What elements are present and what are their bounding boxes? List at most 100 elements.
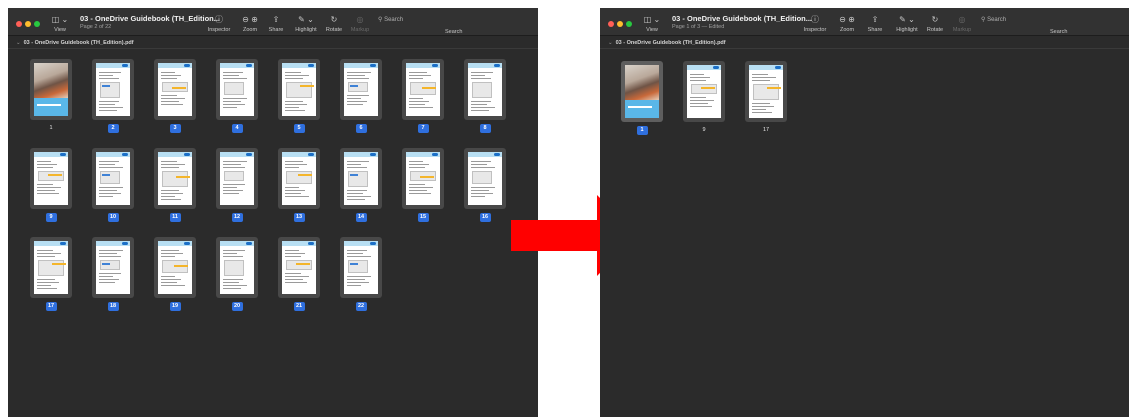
thumbnail-frame: [745, 61, 787, 122]
page-thumbnail[interactable]: 9: [683, 61, 725, 135]
page-thumbnail[interactable]: 11: [154, 148, 196, 222]
text-line: [347, 253, 363, 254]
page-thumbnail[interactable]: 15: [402, 148, 444, 222]
page-number: 11: [169, 213, 181, 222]
page-thumbnail[interactable]: 12: [216, 148, 258, 222]
page-thumbnail[interactable]: 13: [278, 148, 320, 222]
inspector-button[interactable]: ⓘ Inspector: [802, 16, 828, 34]
page-number: 16: [479, 213, 491, 222]
minimize-button[interactable]: [617, 21, 623, 27]
text-line: [161, 75, 181, 76]
title-block: 03 - OneDrive Guidebook (TH_Edition... P…: [80, 14, 220, 30]
cover-text: [628, 106, 652, 108]
callout-highlight: [174, 265, 188, 267]
markup-button[interactable]: ◎ Markup: [949, 16, 975, 34]
search-icon: ⚲: [981, 17, 986, 23]
page-thumbnail[interactable]: 20: [216, 237, 258, 311]
page-thumbnail[interactable]: 19: [154, 237, 196, 311]
highlight-button[interactable]: ✎ ⌄ Highlight: [292, 16, 320, 34]
page-thumbnail[interactable]: 22: [340, 237, 382, 311]
view-menu-button[interactable]: ◫ ⌄ View: [640, 16, 664, 34]
page-thumbnail[interactable]: 2: [92, 59, 134, 133]
rotate-button[interactable]: ↻ Rotate: [323, 16, 345, 34]
text-line: [347, 75, 365, 76]
zoom-out-icon: ⊖ ⊕: [839, 15, 855, 24]
page-thumbnail[interactable]: 4: [216, 59, 258, 133]
zoom-button[interactable]: ⊖ ⊕ Zoom: [239, 16, 261, 34]
text-line: [347, 72, 371, 73]
page-thumbnail[interactable]: 18: [92, 237, 134, 311]
cloud-logo-icon: [246, 64, 252, 67]
cloud-logo-icon: [775, 66, 781, 69]
page-number: 8: [479, 124, 491, 133]
inspector-button[interactable]: ⓘ Inspector: [206, 16, 232, 34]
text-line: [347, 104, 363, 105]
page-thumbnail[interactable]: 17: [30, 237, 72, 311]
share-button[interactable]: ⇪ Share: [865, 16, 885, 34]
document-header[interactable]: ⌄ 03 - OneDrive Guidebook (TH_Edition).pd…: [600, 37, 1129, 49]
text-line: [752, 112, 772, 113]
document-header[interactable]: ⌄ 03 - OneDrive Guidebook (TH_Edition).pd…: [8, 37, 538, 49]
page-preview: [220, 152, 254, 205]
text-line: [690, 74, 704, 75]
window-title: 03 - OneDrive Guidebook (TH_Edition...: [672, 14, 813, 23]
minimize-button[interactable]: [25, 21, 31, 27]
cover-photo: [34, 63, 68, 98]
text-line: [409, 75, 431, 76]
page-thumbnail[interactable]: 9: [30, 148, 72, 222]
page-thumbnail[interactable]: 6: [340, 59, 382, 133]
page-preview: [406, 63, 440, 116]
text-line: [690, 97, 706, 98]
page-thumbnail[interactable]: 16: [464, 148, 506, 222]
page-screenshot: [348, 82, 368, 92]
page-thumbnail[interactable]: 21: [278, 237, 320, 311]
page-thumbnail[interactable]: 5: [278, 59, 320, 133]
thumbnail-frame: [340, 148, 382, 209]
share-button[interactable]: ⇪ Share: [266, 16, 286, 34]
window-controls: [16, 21, 40, 27]
page-thumbnail[interactable]: 7: [402, 59, 444, 133]
page-number: 2: [107, 124, 119, 133]
page-thumbnail[interactable]: 3: [154, 59, 196, 133]
page-thumbnail[interactable]: 8: [464, 59, 506, 133]
page-thumbnail[interactable]: 10: [92, 148, 134, 222]
text-line: [285, 190, 305, 191]
fullscreen-button[interactable]: [34, 21, 40, 27]
cover-photo: [625, 65, 659, 100]
text-line: [37, 164, 57, 165]
text-line: [223, 256, 243, 257]
zoom-label: Zoom: [839, 27, 855, 33]
text-line: [347, 78, 369, 79]
text-line: [99, 253, 117, 254]
text-line: [223, 282, 239, 283]
page-thumbnail[interactable]: 17: [745, 61, 787, 135]
page-thumbnail[interactable]: 1: [621, 61, 663, 135]
fullscreen-button[interactable]: [626, 21, 632, 27]
page-number: 19: [169, 302, 181, 311]
callout-highlight: [176, 176, 190, 178]
zoom-button[interactable]: ⊖ ⊕ Zoom: [836, 15, 858, 34]
search-field[interactable]: ⚲ Search: [981, 16, 1006, 23]
page-thumbnail[interactable]: 14: [340, 148, 382, 222]
close-button[interactable]: [16, 21, 22, 27]
page-screenshot: [472, 171, 492, 184]
text-line: [161, 256, 175, 257]
text-line: [285, 196, 309, 197]
text-line: [223, 161, 247, 162]
view-menu-button[interactable]: ◫ ⌄ View: [48, 16, 72, 34]
close-button[interactable]: [608, 21, 614, 27]
text-line: [409, 98, 423, 99]
rotate-button[interactable]: ↻ Rotate: [924, 16, 946, 34]
text-line: [99, 196, 113, 197]
thumbnail-frame: [216, 59, 258, 120]
highlight-button[interactable]: ✎ ⌄ Highlight: [893, 16, 921, 34]
thumbnail-frame: [30, 148, 72, 209]
page-number: 6: [355, 124, 367, 133]
blue-accent: [350, 174, 358, 176]
page-thumbnail[interactable]: 1: [30, 59, 72, 133]
search-field[interactable]: ⚲ Search: [378, 16, 403, 23]
text-line: [99, 164, 115, 165]
thumbnail-frame: [216, 237, 258, 298]
share-label: Share: [867, 27, 883, 33]
markup-button[interactable]: ◎ Markup: [347, 16, 373, 34]
